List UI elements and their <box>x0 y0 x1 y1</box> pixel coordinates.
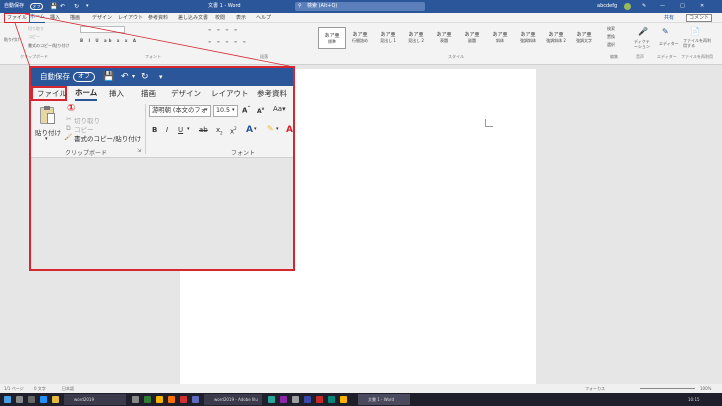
font-name-dropdown[interactable]: 游明朝 (本文のフォ <box>149 105 211 117</box>
start-icon[interactable] <box>4 396 11 403</box>
zoom-tab-insert[interactable]: 挿入 <box>109 86 124 102</box>
text-effects-icon[interactable]: A <box>246 125 253 135</box>
paste-dropdown-icon[interactable]: ▾ <box>45 136 48 142</box>
superscript-icon[interactable]: x2 <box>230 126 237 135</box>
clipboard-launcher-icon[interactable]: ⇲ <box>137 148 141 154</box>
zoom-save-icon[interactable]: 💾 <box>103 68 114 86</box>
taskbar-task-illustrator[interactable]: word2019 - Adobe Illu <box>204 394 262 405</box>
group-divider <box>145 104 146 154</box>
change-case-icon[interactable]: Aa▾ <box>273 105 286 113</box>
explorer-icon[interactable] <box>52 396 59 403</box>
app-icon-13[interactable] <box>340 396 347 403</box>
app-icon-7[interactable] <box>268 396 275 403</box>
app-icon-4[interactable] <box>168 396 175 403</box>
zoom-slider[interactable] <box>640 388 695 389</box>
app-icon-6[interactable] <box>192 396 199 403</box>
taskview-icon[interactable] <box>28 396 35 403</box>
zoom-callout: 自動保存 オフ 💾 ↶ ▾ ↻ ▾ ファイル ホーム 挿入 描画 デザイン レイ… <box>29 66 295 271</box>
zoom-tab-references[interactable]: 参考資料 <box>257 86 287 102</box>
app-icon-8[interactable] <box>280 396 287 403</box>
edge-icon[interactable] <box>40 396 47 403</box>
subscript-icon[interactable]: x2 <box>216 126 223 135</box>
highlight-icon[interactable]: ✎ <box>267 124 274 133</box>
zoom-autosave-toggle[interactable]: オフ <box>73 72 95 82</box>
app-icon-11[interactable] <box>316 396 323 403</box>
callout-line-left <box>14 22 31 68</box>
text-effects-dropdown-icon[interactable]: ▾ <box>254 126 257 132</box>
zoom-undo-dropdown-icon[interactable]: ▾ <box>132 68 135 86</box>
app-icon-5[interactable] <box>180 396 187 403</box>
copy-icon[interactable]: ⧉ <box>66 124 71 133</box>
taskbar-task-folder[interactable]: word2019 <box>64 394 126 405</box>
callout-line-right <box>24 13 295 68</box>
callout-number: ① <box>67 103 76 114</box>
zoom-level[interactable]: 100% <box>700 384 711 393</box>
zoom-tab-home[interactable]: ホーム <box>75 86 98 101</box>
app-icon-12[interactable] <box>328 396 335 403</box>
zoom-customize-icon[interactable]: ▾ <box>159 68 163 86</box>
focus-mode[interactable]: フォーカス <box>585 384 605 393</box>
clock[interactable]: 10:15 <box>688 393 700 406</box>
zoom-tabs: ファイル ホーム 挿入 描画 デザイン レイアウト 参考資料 <box>31 86 293 102</box>
app-icon-3[interactable] <box>156 396 163 403</box>
language[interactable]: 日本語 <box>62 384 74 393</box>
underline-icon[interactable]: U <box>178 126 183 134</box>
grow-font-icon[interactable]: A^ <box>242 105 251 114</box>
page-count[interactable]: 1/1 ページ <box>4 384 24 393</box>
zoom-undo-icon[interactable]: ↶ <box>121 68 129 86</box>
italic-icon[interactable]: I <box>166 126 168 134</box>
cut-icon[interactable]: ✂ <box>66 115 71 123</box>
zoom-tab-file[interactable]: ファイル <box>31 86 67 101</box>
zoom-autosave-label: 自動保存 <box>40 72 70 81</box>
zoom-ribbon: ① 貼り付け ▾ ✂ 切り取り ⧉ コピー 🖌 書式のコピー/貼り付け クリップ… <box>31 102 293 158</box>
strikethrough-icon[interactable]: ab <box>199 126 208 134</box>
app-icon-10[interactable] <box>304 396 311 403</box>
shrink-font-icon[interactable]: Av <box>257 106 264 115</box>
word-count[interactable]: 0 文字 <box>34 384 46 393</box>
zoom-tab-layout[interactable]: レイアウト <box>211 86 249 102</box>
group-font-label: フォント <box>231 150 256 157</box>
app-icon-2[interactable] <box>144 396 151 403</box>
app-icon-9[interactable] <box>292 396 299 403</box>
taskbar: word2019 word2019 - Adobe Illu 文書 1 - Wo… <box>0 393 722 406</box>
bold-icon[interactable]: B <box>152 126 157 134</box>
zoom-tab-draw[interactable]: 描画 <box>141 86 156 102</box>
font-size-chevron-icon[interactable]: ▾ <box>232 107 235 113</box>
underline-dropdown-icon[interactable]: ▾ <box>187 126 190 132</box>
format-painter-button[interactable]: 書式のコピー/貼り付け <box>74 133 141 143</box>
group-clipboard-label: クリップボード <box>65 150 108 157</box>
paste-icon[interactable] <box>40 106 55 124</box>
highlight-dropdown-icon[interactable]: ▾ <box>276 126 279 132</box>
taskbar-task-word[interactable]: 文書 1 - Word <box>358 394 410 405</box>
format-painter-icon[interactable]: 🖌 <box>64 133 72 141</box>
zoom-title-bar: 自動保存 オフ 💾 ↶ ▾ ↻ ▾ <box>31 68 293 86</box>
status-bar: 1/1 ページ 0 文字 日本語 フォーカス 100% <box>0 384 722 393</box>
zoom-tab-design[interactable]: デザイン <box>171 86 201 102</box>
font-color-icon[interactable]: A <box>286 125 293 135</box>
font-name-chevron-icon[interactable]: ▾ <box>205 107 208 113</box>
app-icon-1[interactable] <box>132 396 139 403</box>
zoom-redo-icon[interactable]: ↻ <box>141 68 149 86</box>
paste-button[interactable]: 貼り付け <box>35 127 61 137</box>
search-taskbar-icon[interactable] <box>16 396 23 403</box>
